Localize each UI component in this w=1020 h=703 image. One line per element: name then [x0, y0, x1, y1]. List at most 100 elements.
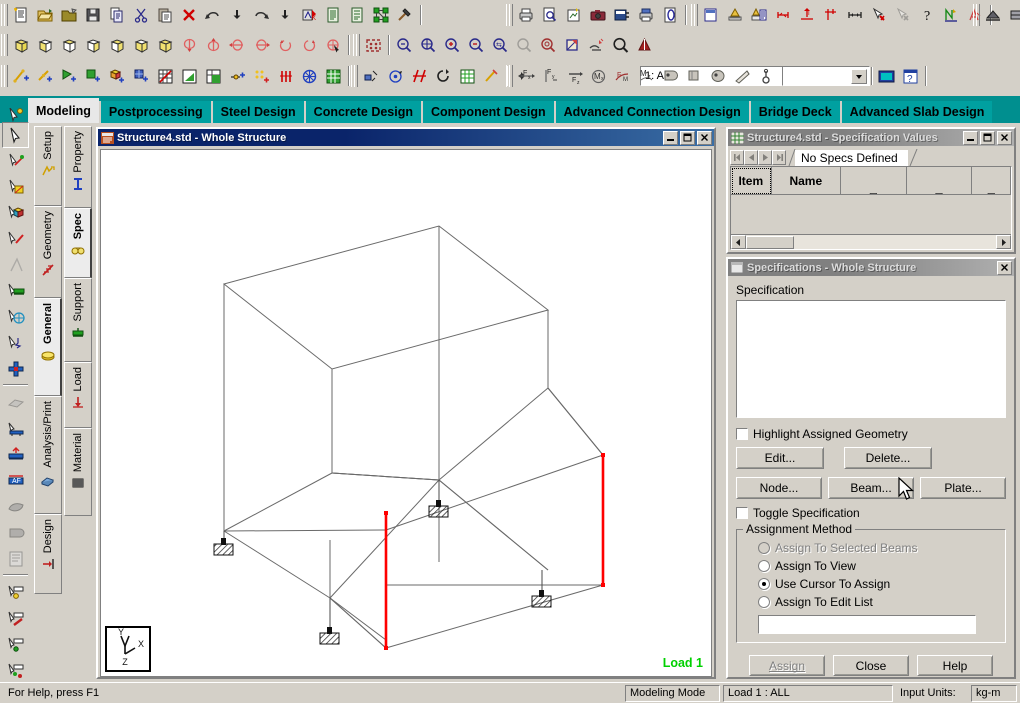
- cursor-add-icon[interactable]: [2, 356, 29, 382]
- page-tab-concrete-design[interactable]: Concrete Design: [303, 101, 422, 123]
- animation-icon[interactable]: [874, 65, 898, 88]
- grid-horizontal-scrollbar[interactable]: [731, 234, 1011, 249]
- rotate-left-icon[interactable]: [225, 34, 249, 57]
- page-tab-postprocessing[interactable]: Postprocessing: [98, 101, 211, 123]
- grid-header-item[interactable]: Item: [731, 167, 772, 195]
- grid-table-icon[interactable]: [321, 65, 345, 88]
- radio-assign-to-edit-list[interactable]: [758, 596, 770, 608]
- zoom-previous-icon[interactable]: [512, 34, 536, 57]
- copy-icon[interactable]: [105, 4, 129, 27]
- select-group-alt-icon[interactable]: [2, 658, 29, 684]
- beam-dimension-icon[interactable]: I: [795, 4, 819, 27]
- add-beam-icon[interactable]: [9, 65, 33, 88]
- previous-sheet-button[interactable]: [744, 150, 758, 165]
- print-picture-icon[interactable]: [562, 4, 586, 27]
- add-plate-icon[interactable]: [57, 65, 81, 88]
- help-button[interactable]: Help: [917, 655, 993, 676]
- rotate-up-icon[interactable]: [177, 34, 201, 57]
- load-temp-icon[interactable]: [754, 65, 778, 88]
- assign-button[interactable]: Assign: [749, 655, 825, 676]
- toggle-specification-checkbox[interactable]: [736, 507, 748, 519]
- grid-header-col3[interactable]: ▤: [841, 167, 907, 195]
- assignment-option-view[interactable]: Assign To View: [758, 559, 856, 573]
- cursor-support-icon[interactable]: [2, 278, 29, 304]
- close-button[interactable]: [997, 260, 1012, 275]
- pan-icon[interactable]: [560, 34, 584, 57]
- highlight-assigned-geometry-row[interactable]: Highlight Assigned Geometry: [736, 427, 1006, 441]
- hammer-tool-icon[interactable]: [393, 4, 417, 27]
- maximize-button[interactable]: [680, 130, 695, 145]
- view-xy-icon[interactable]: [33, 34, 57, 57]
- translational-repeat-icon[interactable]: [273, 65, 297, 88]
- next-sheet-button[interactable]: [758, 150, 772, 165]
- measure-span-icon[interactable]: [843, 4, 867, 27]
- assignment-option-edit-list[interactable]: Assign To Edit List: [758, 595, 873, 609]
- load-selector-combo[interactable]: [782, 66, 870, 86]
- zoom-dynamic-icon[interactable]: [392, 34, 416, 57]
- plate-grid-icon[interactable]: [201, 65, 225, 88]
- mirror-icon[interactable]: [359, 65, 383, 88]
- structure-wizard-icon[interactable]: [369, 4, 393, 27]
- minimize-button[interactable]: [963, 130, 978, 145]
- add-surface-icon[interactable]: [129, 65, 153, 88]
- sidebar-item-material[interactable]: Material: [64, 428, 92, 516]
- view-zx-icon[interactable]: [81, 34, 105, 57]
- grid-header-col5[interactable]: ▤: [972, 167, 1011, 195]
- maximize-button[interactable]: [980, 130, 995, 145]
- cursor-select-arrow-icon[interactable]: [2, 122, 29, 148]
- render-full-icon[interactable]: [1005, 4, 1020, 27]
- load-block-icon[interactable]: [682, 65, 706, 88]
- delete-x-icon[interactable]: [177, 4, 201, 27]
- help-question-icon[interactable]: ?: [915, 4, 939, 27]
- cursor-spring-icon[interactable]: [2, 330, 29, 356]
- load-wind-icon[interactable]: [730, 65, 754, 88]
- toolbar-grip[interactable]: [0, 4, 8, 26]
- grid-body[interactable]: [731, 195, 1011, 235]
- sidebar-item-setup[interactable]: Setup: [34, 126, 62, 206]
- last-sheet-button[interactable]: [772, 150, 786, 165]
- annotate-off-icon[interactable]: [891, 4, 915, 27]
- add-solid-icon[interactable]: [105, 65, 129, 88]
- open-folder-icon[interactable]: [33, 4, 57, 27]
- stretch-icon[interactable]: [479, 65, 503, 88]
- add-nodes-icon[interactable]: [249, 65, 273, 88]
- moment-my-icon[interactable]: FM: [610, 65, 634, 88]
- spec-values-titlebar[interactable]: Structure4.std - Specification Values: [728, 129, 1014, 146]
- model-canvas[interactable]: Y X Z Load 1: [100, 149, 712, 677]
- radio-assign-to-selected-beams[interactable]: [758, 542, 770, 554]
- sidebar-item-general[interactable]: General: [34, 298, 62, 396]
- print-info-icon[interactable]: [658, 4, 682, 27]
- scroll-left-button[interactable]: [731, 235, 746, 249]
- toggle-specification-row[interactable]: Toggle Specification: [736, 506, 1006, 520]
- page-tab-advanced-slab-design[interactable]: Advanced Slab Design: [839, 101, 993, 123]
- sheet-tab-no-specs-defined[interactable]: No Specs Defined: [795, 150, 908, 166]
- circular-repeat2-icon[interactable]: [431, 65, 455, 88]
- toolbar-grip[interactable]: [0, 34, 8, 56]
- rotate-down-icon[interactable]: [201, 34, 225, 57]
- view-solid-icon[interactable]: [153, 34, 177, 57]
- grid-header-name[interactable]: Name: [771, 167, 842, 195]
- rotate-cursor-icon[interactable]: [321, 34, 345, 57]
- scissors-cut-icon[interactable]: [129, 4, 153, 27]
- open-folder-alt-icon[interactable]: [57, 4, 81, 27]
- node-button[interactable]: Node...: [736, 477, 822, 499]
- print-preview-icon[interactable]: [538, 4, 562, 27]
- redo-arrow-icon[interactable]: [249, 4, 273, 27]
- sidebar-item-load[interactable]: Load: [64, 362, 92, 428]
- annotate-icon[interactable]: [867, 4, 891, 27]
- spec-values-grid[interactable]: Item Name ▤ ▤ ▤: [730, 166, 1012, 250]
- view-yz-icon[interactable]: [57, 34, 81, 57]
- add-quad-plate-icon[interactable]: [81, 65, 105, 88]
- specification-listbox[interactable]: [736, 300, 1006, 418]
- undo-list-icon[interactable]: [225, 4, 249, 27]
- add-beam-mid-icon[interactable]: [33, 65, 57, 88]
- force-fx-icon[interactable]: Fx: [514, 65, 538, 88]
- specifications-dialog-titlebar[interactable]: Specifications - Whole Structure: [728, 259, 1014, 276]
- dimension-table-icon[interactable]: [747, 4, 771, 27]
- zoom-all-icon[interactable]: [536, 34, 560, 57]
- paste-clipboard-icon[interactable]: [153, 4, 177, 27]
- sidebar-item-design[interactable]: Design: [34, 514, 62, 594]
- first-sheet-button[interactable]: [730, 150, 744, 165]
- select-by-beam-icon[interactable]: [2, 606, 29, 632]
- report-page-alt-icon[interactable]: [345, 4, 369, 27]
